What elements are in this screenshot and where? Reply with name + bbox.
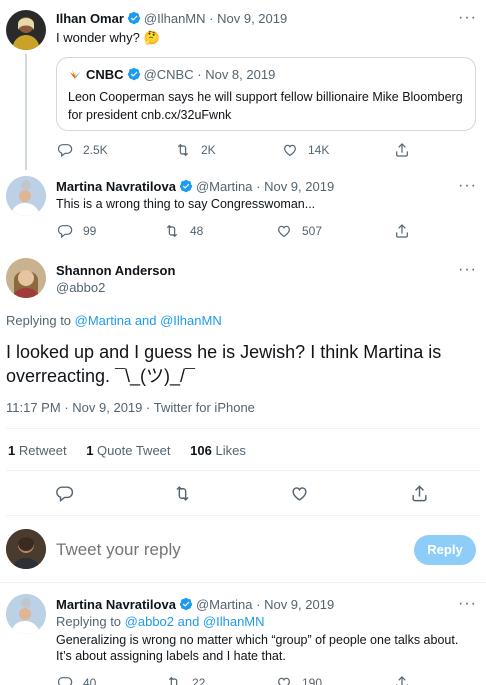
separator: · bbox=[197, 67, 202, 82]
reply-submit-button[interactable]: Reply bbox=[414, 535, 476, 565]
replying-to: Replying to @abbo2 and @IlhanMN bbox=[56, 614, 265, 629]
verified-icon bbox=[127, 11, 141, 25]
author-handle[interactable]: @Martina bbox=[196, 179, 253, 194]
quoted-author-name[interactable]: CNBC bbox=[86, 67, 124, 82]
tweet-text: I looked up and I guess he is Jewish? I … bbox=[6, 342, 442, 386]
retweets-stat[interactable]: 1 Retweet bbox=[8, 443, 67, 458]
quoted-author-handle[interactable]: @CNBC bbox=[144, 67, 194, 82]
likes-stat[interactable]: 106 Likes bbox=[190, 443, 246, 458]
reply-icon[interactable] bbox=[55, 484, 74, 503]
like-button[interactable]: 507 bbox=[276, 223, 322, 239]
avatar[interactable] bbox=[6, 594, 46, 634]
tweet-meta: 11:17 PM · Nov 9, 2019 · Twitter for iPh… bbox=[6, 400, 255, 415]
quoted-tweet-text: Leon Cooperman says he will support fell… bbox=[68, 90, 463, 122]
verified-icon bbox=[179, 179, 193, 193]
retweet-icon[interactable] bbox=[173, 484, 192, 503]
divider bbox=[6, 515, 480, 516]
avatar[interactable] bbox=[6, 176, 46, 216]
more-icon[interactable]: ··· bbox=[458, 596, 476, 616]
avatar bbox=[6, 529, 46, 569]
verified-icon bbox=[179, 597, 193, 611]
more-icon[interactable]: ··· bbox=[458, 10, 476, 30]
tweet-text: Generalizing is wrong no matter which “g… bbox=[56, 633, 459, 663]
like-button[interactable]: 190 bbox=[276, 675, 322, 685]
reply-count: 2.5K bbox=[83, 143, 108, 157]
like-icon bbox=[276, 675, 292, 685]
quoted-tweet[interactable]: CNBC @CNBC · Nov 8, 2019 Leon Cooperman s… bbox=[56, 57, 476, 131]
share-button[interactable] bbox=[394, 675, 410, 685]
tweet-date[interactable]: Nov 9, 2019 bbox=[217, 11, 287, 26]
retweet-count: 2K bbox=[201, 143, 216, 157]
reply-button[interactable]: 40 bbox=[57, 675, 96, 685]
separator: · bbox=[256, 179, 261, 194]
share-icon bbox=[394, 223, 410, 239]
retweet-icon bbox=[166, 675, 182, 685]
replying-to-link[interactable]: @Martina and @IlhanMN bbox=[75, 313, 222, 328]
share-button[interactable] bbox=[394, 142, 410, 158]
tweet-date[interactable]: Nov 9, 2019 bbox=[72, 400, 142, 415]
share-icon[interactable] bbox=[410, 484, 429, 503]
replying-to-link[interactable]: @abbo2 and @IlhanMN bbox=[125, 614, 265, 629]
tweet-time[interactable]: 11:17 PM bbox=[6, 400, 61, 415]
author-name[interactable]: Martina Navratilova bbox=[56, 597, 176, 612]
share-button[interactable] bbox=[394, 223, 410, 239]
tweet-text: This is a wrong thing to say Congresswom… bbox=[56, 197, 316, 211]
share-icon bbox=[394, 142, 410, 158]
share-icon bbox=[394, 675, 410, 685]
like-count: 14K bbox=[308, 143, 330, 157]
verified-icon bbox=[127, 67, 141, 81]
retweet-button[interactable]: 48 bbox=[164, 223, 203, 239]
author-handle[interactable]: @IlhanMN bbox=[144, 11, 206, 26]
retweet-icon bbox=[164, 223, 180, 239]
like-button[interactable]: 14K bbox=[282, 142, 329, 158]
retweet-button[interactable]: 22 bbox=[166, 675, 205, 685]
replying-to: Replying to @Martina and @IlhanMN bbox=[6, 313, 222, 328]
engagement-stats: 1 Retweet 1 Quote Tweet 106 Likes bbox=[8, 443, 246, 458]
retweet-count: 48 bbox=[190, 224, 204, 238]
tweet-date[interactable]: Nov 9, 2019 bbox=[264, 179, 334, 194]
avatar[interactable] bbox=[6, 10, 46, 50]
author-name[interactable]: Shannon Anderson bbox=[56, 263, 175, 278]
author-handle[interactable]: @Martina bbox=[196, 597, 253, 612]
divider bbox=[0, 582, 486, 583]
tweet-text: I wonder why? 🤔 bbox=[56, 30, 160, 45]
retweet-icon bbox=[175, 142, 191, 158]
thread-line bbox=[25, 54, 27, 170]
author-name[interactable]: Martina Navratilova bbox=[56, 179, 176, 194]
like-icon bbox=[282, 142, 298, 158]
divider bbox=[6, 470, 480, 471]
thinking-emoji: 🤔 bbox=[143, 30, 160, 45]
tweet-source[interactable]: Twitter for iPhone bbox=[154, 400, 255, 415]
separator: · bbox=[256, 597, 261, 612]
retweet-button[interactable]: 2K bbox=[175, 142, 216, 158]
separator: · bbox=[209, 11, 214, 26]
author-name[interactable]: Ilhan Omar bbox=[56, 11, 124, 26]
reply-icon bbox=[57, 675, 73, 685]
cnbc-logo-icon bbox=[68, 68, 82, 83]
reply-input[interactable] bbox=[56, 537, 396, 563]
more-icon[interactable]: ··· bbox=[458, 178, 476, 198]
avatar[interactable] bbox=[6, 258, 46, 298]
quoted-tweet-date[interactable]: Nov 8, 2019 bbox=[205, 67, 275, 82]
like-count: 190 bbox=[302, 676, 323, 685]
reply-button[interactable]: 99 bbox=[57, 223, 96, 239]
like-icon[interactable] bbox=[290, 484, 309, 503]
retweet-count: 22 bbox=[192, 676, 206, 685]
reply-icon bbox=[57, 223, 73, 239]
more-icon[interactable]: ··· bbox=[458, 262, 476, 282]
divider bbox=[6, 428, 480, 429]
author-handle[interactable]: @abbo2 bbox=[56, 280, 105, 295]
quote-tweets-stat[interactable]: 1 Quote Tweet bbox=[86, 443, 170, 458]
like-icon bbox=[276, 223, 292, 239]
reply-count: 40 bbox=[83, 676, 97, 685]
reply-count: 99 bbox=[83, 224, 97, 238]
reply-button[interactable]: 2.5K bbox=[57, 142, 108, 158]
tweet-date[interactable]: Nov 9, 2019 bbox=[264, 597, 334, 612]
reply-icon bbox=[57, 142, 73, 158]
like-count: 507 bbox=[302, 224, 323, 238]
